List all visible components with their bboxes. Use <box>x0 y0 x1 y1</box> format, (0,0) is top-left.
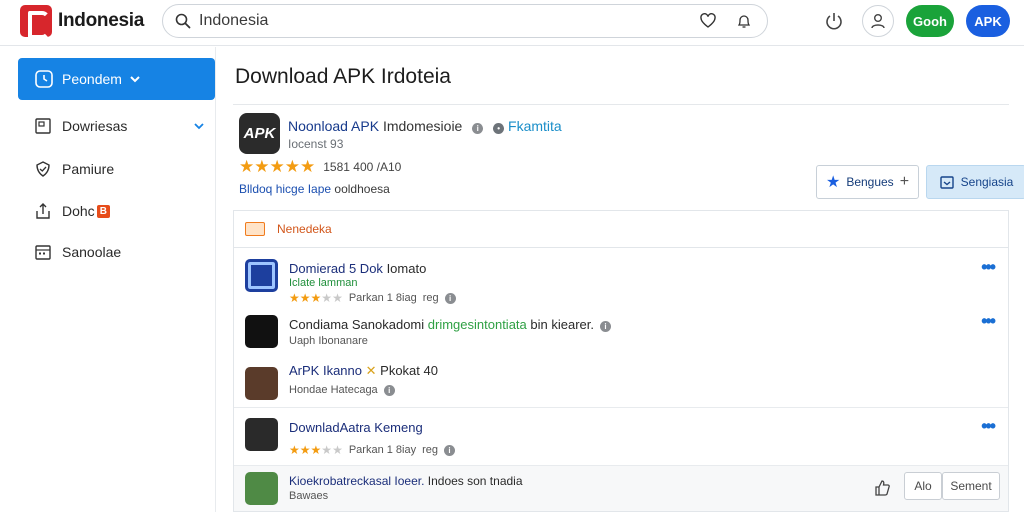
globe-icon: • <box>493 123 505 134</box>
app-subtitle: Iocenst 93 <box>288 137 344 151</box>
list-item-meta: ★ ★ ★ ★ ★ Parkan 1 8iag reg i <box>289 292 456 304</box>
info-icon[interactable]: i <box>444 444 455 456</box>
plus-icon: + <box>899 173 910 190</box>
top-right-actions: Gooh APK <box>818 5 1010 37</box>
power-icon[interactable] <box>818 5 850 37</box>
calendar-icon <box>35 245 51 260</box>
list-item-title: DownladAatra Kemeng <box>289 420 423 435</box>
app-list: Nenedeka Domierad 5 Dok Iomato Iclate la… <box>233 210 1009 512</box>
sidebar: Peondem Dowriesas Pamiure Dohc B Sanoola… <box>0 47 216 512</box>
list-item-meta: ★ ★ ★ ★ ★ Parkan 1 8iay reg i <box>289 444 455 456</box>
app-thumbnail <box>245 418 278 451</box>
list-item-subtitle: Bawaes <box>289 490 329 502</box>
search-icon <box>175 13 191 29</box>
chevron-down-icon <box>130 76 140 83</box>
share-button[interactable]: Sement <box>942 472 1000 500</box>
green-action-button[interactable]: Gooh <box>906 5 954 37</box>
user-icon[interactable] <box>862 5 894 37</box>
star-icon: ★ <box>300 157 316 176</box>
info-icon[interactable]: i <box>472 123 484 134</box>
bookmark-button[interactable]: ★ Bengues + <box>816 165 919 199</box>
list-item-title: Kioekrobatreckasal Ioeer. Indoes son tna… <box>289 474 523 488</box>
list-item-subtitle: Hondae Hatecaga i <box>289 384 395 396</box>
info-icon[interactable]: i <box>383 385 395 396</box>
top-bar: Indonesia Gooh APK <box>0 0 1024 46</box>
app-rating: ★ ★ ★ ★ ★ 1581 400 /A10 <box>239 158 401 175</box>
star-icon: ★ <box>825 174 841 191</box>
list-item[interactable]: Kioekrobatreckasal Ioeer. Indoes son tna… <box>234 465 1008 511</box>
app-thumbnail <box>245 315 278 348</box>
list-item[interactable]: Domierad 5 Dok Iomato Iclate lamman ★ ★ ★ ★… <box>234 249 1008 307</box>
shield-icon <box>36 161 50 177</box>
list-item-title: Condiama Sanokadomi drimgesintontiata bi… <box>289 317 611 332</box>
info-icon[interactable]: i <box>444 292 456 304</box>
main-content: Download APK Irdoteia APK Noonload APK I… <box>217 47 1024 512</box>
app-thumbnail <box>245 367 278 400</box>
thumbs-up-icon[interactable] <box>873 479 891 497</box>
sidebar-item-premium[interactable]: Pamiure <box>34 160 206 178</box>
bell-icon[interactable] <box>733 10 755 32</box>
list-item[interactable]: Condiama Sanokadomi drimgesintontiata bi… <box>234 307 1008 359</box>
sidebar-primary-label: Peondem <box>62 71 122 87</box>
search-bar[interactable] <box>162 4 768 38</box>
list-item[interactable]: ArPK Ikanno ✕ Pkokat 40 Hondae Hatecaga i <box>234 359 1008 407</box>
clock-icon <box>35 70 53 88</box>
sidebar-item-label: Dohc <box>62 203 95 219</box>
sidebar-badge: B <box>96 204 110 218</box>
star-icon: ★ <box>239 157 255 176</box>
sidebar-item-label: Sanoolae <box>62 244 122 260</box>
list-item-subtitle: Uaph Ibonanare <box>289 335 368 347</box>
sidebar-item-schedule[interactable]: Sanoolae <box>34 243 206 261</box>
app-name[interactable]: Noonload APK Imdomesioie i • Fkamtita <box>288 118 562 134</box>
list-item-subtitle: Iclate lamman <box>289 277 358 289</box>
brand-logo[interactable]: Indonesia <box>20 5 144 39</box>
app-thumbnail <box>245 472 278 505</box>
list-header: Nenedeka <box>234 211 1008 248</box>
brand-name: Indonesia <box>58 10 144 31</box>
star-icon: ★ <box>269 157 285 176</box>
info-icon[interactable]: i <box>599 321 611 332</box>
page-title: Download APK Irdoteia <box>235 65 451 88</box>
app-thumbnail <box>245 259 278 292</box>
app-tags: Blldoq hicge Iape ooldhoesa <box>239 182 390 196</box>
more-options-icon[interactable]: ••• <box>981 416 996 437</box>
action-button[interactable]: Alo <box>904 472 942 500</box>
download-box-icon <box>939 176 954 189</box>
sidebar-item-label: Pamiure <box>62 161 115 177</box>
more-options-icon[interactable]: ••• <box>981 311 996 332</box>
list-item[interactable]: DownladAatra Kemeng ★ ★ ★ ★ ★ Parkan 1 8iay … <box>234 407 1008 465</box>
search-input[interactable] <box>199 12 683 30</box>
app-icon[interactable]: APK <box>239 113 280 154</box>
rating-text: 1581 400 /A10 <box>323 159 402 174</box>
chevron-down-icon[interactable] <box>192 119 206 133</box>
sidebar-item-label: Dowriesas <box>62 118 128 134</box>
app-card: APK Noonload APK Imdomesioie i • Fkamtit… <box>233 107 1024 209</box>
sidebar-primary-button[interactable]: Peondem <box>18 58 215 100</box>
sidebar-item-dohc[interactable]: Dohc B <box>34 202 206 220</box>
download-button[interactable]: Sengiasia <box>926 165 1024 199</box>
brand-logo-mark <box>20 5 52 39</box>
window-icon <box>35 118 51 134</box>
heart-icon[interactable] <box>697 10 719 32</box>
star-icon: ★ <box>284 157 300 176</box>
more-options-icon[interactable]: ••• <box>981 257 996 278</box>
sidebar-item-downloads[interactable]: Dowriesas <box>34 117 206 135</box>
apk-button[interactable]: APK <box>966 5 1010 37</box>
list-item-title: ArPK Ikanno ✕ Pkokat 40 <box>289 363 438 378</box>
upload-icon <box>36 203 50 219</box>
folder-icon <box>245 222 265 236</box>
star-icon: ★ <box>254 157 270 176</box>
list-item-title: Domierad 5 Dok Iomato <box>289 261 427 276</box>
developer-link[interactable]: Fkamtita <box>508 118 562 134</box>
divider <box>233 104 1009 105</box>
